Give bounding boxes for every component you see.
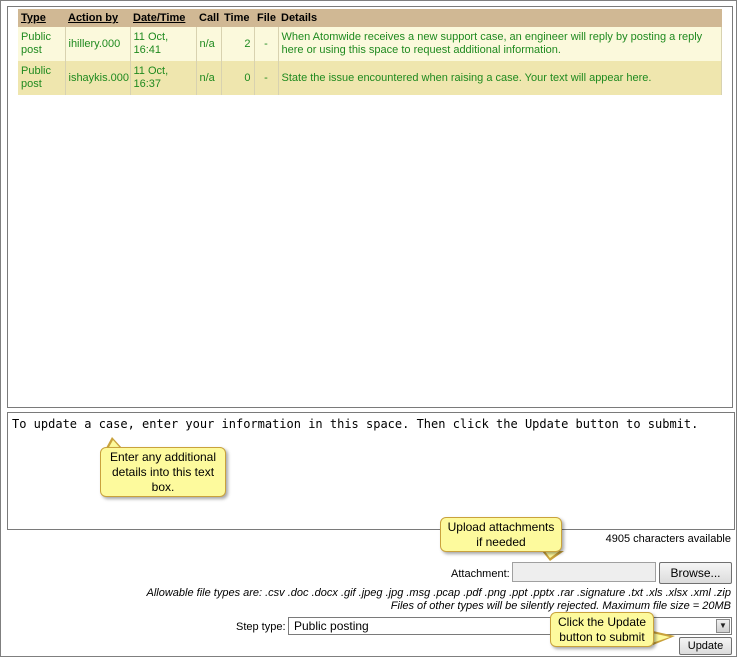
case-update-panel: Type Action by Date/Time Call Time File … — [0, 0, 737, 657]
callout-update-tip: Click the Update button to submit — [550, 612, 654, 647]
column-header-action-by[interactable]: Action by — [65, 9, 130, 27]
characters-available-counter: 4905 characters available — [605, 533, 731, 545]
attachment-file-field[interactable] — [512, 562, 656, 582]
cell-details: When Atomwide receives a new support cas… — [278, 27, 722, 61]
column-header-call: Call — [196, 9, 221, 27]
case-history-pane[interactable]: Type Action by Date/Time Call Time File … — [7, 6, 733, 408]
column-header-details: Details — [278, 9, 722, 27]
column-header-type[interactable]: Type — [18, 9, 65, 27]
file-rejection-note: Files of other types will be silently re… — [390, 600, 731, 612]
table-row: Public post ishaykis.000 11 Oct, 16:37 n… — [18, 61, 722, 95]
cell-type: Public post — [18, 61, 66, 95]
allowed-file-types-note: Allowable file types are: .csv .doc .doc… — [146, 587, 731, 599]
step-type-label: Step type: — [236, 621, 286, 633]
column-header-time: Time — [221, 9, 254, 27]
callout-update-tail-fill — [652, 633, 670, 643]
chevron-down-icon[interactable]: ▼ — [716, 619, 730, 633]
cell-file: - — [254, 27, 279, 61]
cell-type: Public post — [18, 27, 66, 61]
case-history-table: Type Action by Date/Time Call Time File … — [18, 9, 722, 95]
step-type-selected-value: Public posting — [294, 619, 369, 633]
callout-upload-tip: Upload attachments if needed — [440, 517, 562, 552]
cell-datetime: 11 Oct, 16:41 — [130, 27, 197, 61]
cell-action-by: ihillery.000 — [65, 27, 131, 61]
cell-details: State the issue encountered when raising… — [278, 61, 722, 95]
table-row: Public post ihillery.000 11 Oct, 16:41 n… — [18, 27, 722, 61]
cell-action-by: ishaykis.000 — [65, 61, 131, 95]
cell-time: 0 — [221, 61, 255, 95]
column-header-datetime[interactable]: Date/Time — [130, 9, 196, 27]
browse-button[interactable]: Browse... — [659, 562, 732, 584]
cell-call: n/a — [196, 61, 222, 95]
attachment-label: Attachment: — [451, 568, 510, 580]
cell-time: 2 — [221, 27, 255, 61]
callout-details-tip: Enter any additional details into this t… — [100, 447, 226, 497]
cell-datetime: 11 Oct, 16:37 — [130, 61, 197, 95]
update-button[interactable]: Update — [679, 637, 732, 655]
cell-call: n/a — [196, 27, 222, 61]
table-header-row: Type Action by Date/Time Call Time File … — [18, 9, 722, 27]
column-header-file: File — [254, 9, 278, 27]
cell-file: - — [254, 61, 279, 95]
